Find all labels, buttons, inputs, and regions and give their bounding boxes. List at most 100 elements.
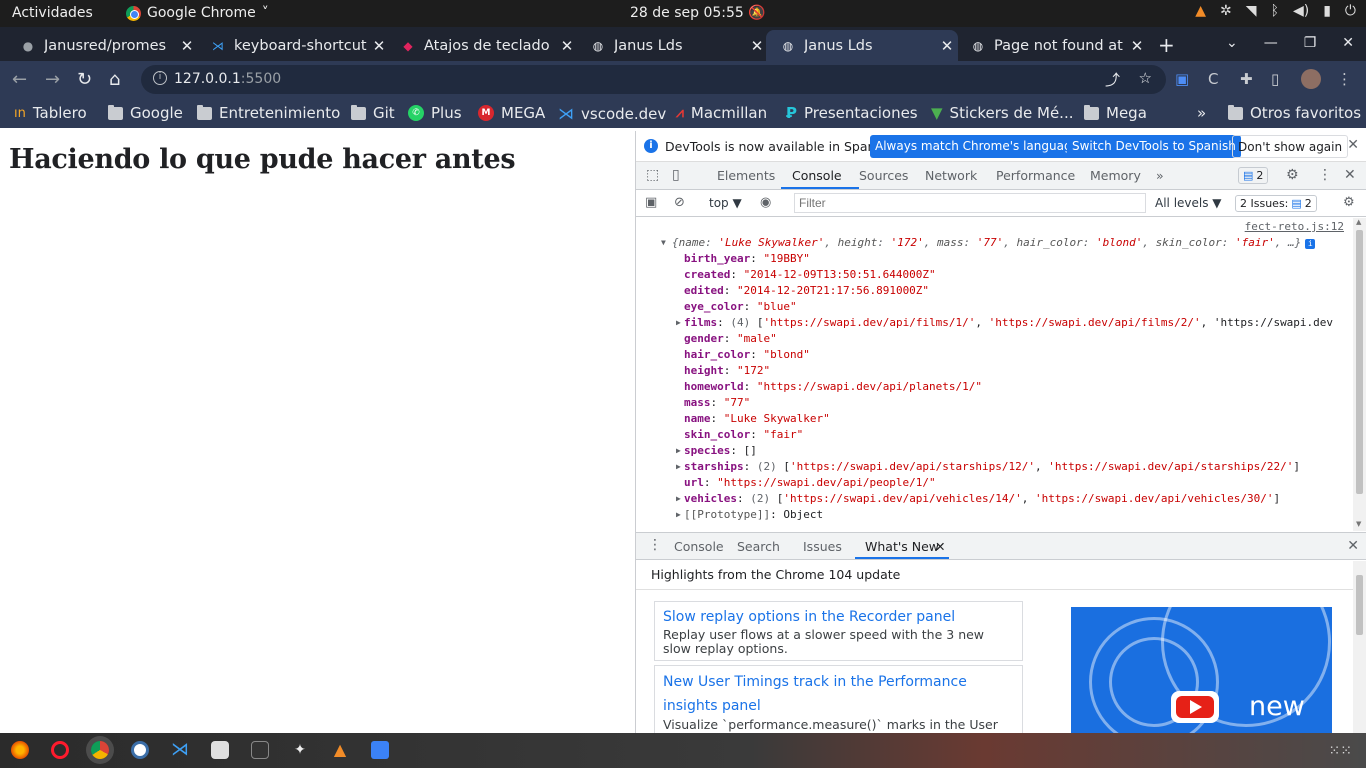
feature-title-link[interactable]: Slow replay options in the Recorder pane…	[663, 606, 1014, 628]
brave-icon[interactable]	[131, 741, 149, 759]
property-row[interactable]: ▶ vehicles: (2) ['https://swapi.dev/api/v…	[676, 492, 1280, 505]
system-tray[interactable]: ▲ ✲ ◥ ᛒ ◀) ▮ ⏻	[1195, 3, 1356, 19]
object-summary[interactable]: {name: 'Luke Skywalker', height: '172' , …	[672, 236, 1316, 249]
tab-performance[interactable]: Performance	[996, 168, 1075, 183]
forward-button[interactable]: →	[45, 69, 60, 90]
bookmark-plus[interactable]: ✆ Plus	[408, 104, 462, 122]
extensions-puzzle-icon[interactable]: ✚	[1240, 70, 1253, 88]
other-bookmarks[interactable]: Otros favoritos	[1228, 104, 1361, 122]
tab-1[interactable]: ● Janusred/promes ✕	[6, 30, 198, 61]
profile-avatar[interactable]	[1301, 69, 1321, 89]
close-tab-icon[interactable]: ✕	[1126, 37, 1148, 55]
close-tab-icon[interactable]: ✕	[746, 37, 768, 55]
bookmark-tablero[interactable]: ıո Tablero	[14, 104, 87, 122]
feature-card[interactable]: New User Timings track in the Performanc…	[654, 665, 1023, 733]
expand-triangle-icon[interactable]: ▶	[676, 318, 681, 327]
issues-badge[interactable]: 2 Issues: ▤ 2	[1235, 195, 1317, 212]
more-tabs-button[interactable]: »	[1156, 168, 1164, 183]
bookmark-mega-folder[interactable]: Mega	[1084, 104, 1147, 122]
feature-card[interactable]: Slow replay options in the Recorder pane…	[654, 601, 1023, 661]
reload-button[interactable]: ↻	[77, 69, 92, 90]
bookmark-mega[interactable]: M MEGA	[478, 104, 545, 122]
chrome-icon[interactable]	[91, 741, 109, 759]
clear-console-icon[interactable]: ⊘	[674, 195, 685, 210]
firefox-icon[interactable]	[11, 741, 29, 759]
maximize-button[interactable]: ❐	[1304, 35, 1317, 51]
new-tab-button[interactable]: +	[1158, 33, 1175, 57]
always-match-language-button[interactable]: Always match Chrome's language	[870, 135, 1084, 158]
drawer-tab-issues[interactable]: Issues	[803, 539, 842, 554]
url-text[interactable]: 127.0.0.1:5500	[174, 71, 281, 87]
minimize-button[interactable]: —	[1264, 35, 1278, 51]
drawer-tab-whats-new[interactable]: What's New	[865, 539, 939, 554]
battery-icon[interactable]: ▮	[1323, 3, 1331, 19]
bookmark-presentaciones[interactable]: Ꝑ Presentaciones	[786, 104, 918, 122]
scrollbar-thumb[interactable]	[1356, 575, 1363, 635]
inspect-element-icon[interactable]: ⬚	[646, 167, 659, 183]
vscode-icon[interactable]: ⋊	[171, 741, 189, 759]
close-drawer-icon[interactable]: ✕	[1347, 538, 1359, 554]
site-info-icon[interactable]: i	[153, 71, 167, 85]
tab-4[interactable]: ◍ Janus Lds ✕	[576, 30, 768, 61]
whats-new-video-thumbnail[interactable]: new	[1071, 607, 1332, 733]
device-toolbar-icon[interactable]: ▯	[672, 167, 680, 183]
address-bar[interactable]: i 127.0.0.1:5500 ⤴ ☆	[141, 65, 1166, 94]
tab-2[interactable]: ⋊ keyboard-shortcut ✕	[196, 30, 390, 61]
bookmark-stickers[interactable]: ▼ Stickers de Mé...	[931, 104, 1074, 122]
console-settings-gear-icon[interactable]: ⚙	[1343, 195, 1355, 210]
expand-triangle-icon[interactable]: ▶	[676, 510, 681, 519]
bookmarks-overflow[interactable]: »	[1197, 104, 1206, 122]
network-share-icon[interactable]: ✲	[1220, 3, 1232, 19]
expanded-triangle-icon[interactable]: ▼	[661, 238, 666, 247]
vlc-icon[interactable]: ▲	[1195, 3, 1206, 19]
tab-console[interactable]: Console	[792, 168, 842, 183]
tab-5-active[interactable]: ◍ Janus Lds ✕	[766, 30, 958, 61]
tab-6[interactable]: ◍ Page not found at ✕	[956, 30, 1148, 61]
close-tab-icon[interactable]: ✕	[556, 37, 578, 55]
tab-elements[interactable]: Elements	[717, 168, 775, 183]
tab-search-icon[interactable]: ⌄	[1226, 35, 1238, 51]
context-selector[interactable]: top ▼	[709, 196, 742, 210]
bookmark-macmillan[interactable]: ⩘ Macmillan	[676, 104, 767, 122]
opera-icon[interactable]	[51, 741, 69, 759]
switch-to-spanish-button[interactable]: Switch DevTools to Spanish	[1067, 135, 1241, 158]
close-tab-icon[interactable]: ✕	[176, 37, 198, 55]
activities-button[interactable]: Actividades	[12, 5, 93, 21]
power-icon[interactable]: ⏻	[1345, 3, 1356, 19]
wifi-icon[interactable]: ◥	[1246, 3, 1257, 19]
show-apps-grid-icon[interactable]: ⁙⁙	[1329, 743, 1352, 759]
messages-badge[interactable]: ▤ 2	[1238, 167, 1269, 184]
drawer-menu-kebab-icon[interactable]: ⋮	[648, 537, 662, 553]
tab-sources[interactable]: Sources	[859, 168, 908, 183]
home-button[interactable]: ⌂	[109, 69, 120, 90]
vlc-icon[interactable]: ▲	[331, 741, 349, 759]
console-filter-input[interactable]	[794, 193, 1146, 213]
side-panel-icon[interactable]: ▯	[1271, 70, 1279, 88]
translate-icon[interactable]: ▣	[1175, 70, 1189, 88]
close-tab-icon[interactable]: ✕	[936, 37, 958, 55]
unity-icon[interactable]: ✦	[291, 741, 309, 759]
bookmark-star-icon[interactable]: ☆	[1139, 69, 1152, 87]
expand-triangle-icon[interactable]: ▶	[676, 494, 681, 503]
property-row[interactable]: ▶ starships: (2) ['https://swapi.dev/api/…	[676, 460, 1300, 473]
scroll-down-arrow[interactable]: ▼	[1356, 520, 1361, 528]
close-whats-new-icon[interactable]: ✕	[935, 539, 945, 554]
menu-kebab-icon[interactable]: ⋮	[1337, 70, 1352, 88]
customize-kebab-icon[interactable]: ⋮	[1318, 167, 1332, 183]
dont-show-again-button[interactable]: Don't show again	[1232, 135, 1349, 158]
scrollbar-thumb[interactable]	[1356, 230, 1363, 494]
terminal-icon[interactable]	[251, 741, 269, 759]
bluetooth-icon[interactable]: ᛒ	[1271, 3, 1279, 19]
log-levels-dropdown[interactable]: All levels ▼	[1155, 196, 1222, 210]
bookmark-git[interactable]: Git	[351, 104, 395, 122]
share-icon[interactable]: ⤴	[1105, 69, 1120, 90]
expand-triangle-icon[interactable]: ▶	[676, 446, 681, 455]
close-devtools-icon[interactable]: ✕	[1344, 167, 1356, 183]
close-infobar-icon[interactable]: ✕	[1347, 137, 1359, 153]
property-row[interactable]: ▶ [[Prototype]]: Object	[676, 508, 823, 521]
files-icon[interactable]	[211, 741, 229, 759]
volume-icon[interactable]: ◀)	[1293, 3, 1309, 19]
bookmark-entretenimiento[interactable]: Entretenimiento	[197, 104, 340, 122]
live-expression-eye-icon[interactable]: ◉	[760, 195, 771, 210]
tab-3[interactable]: ◆ Atajos de teclado ✕	[386, 30, 578, 61]
